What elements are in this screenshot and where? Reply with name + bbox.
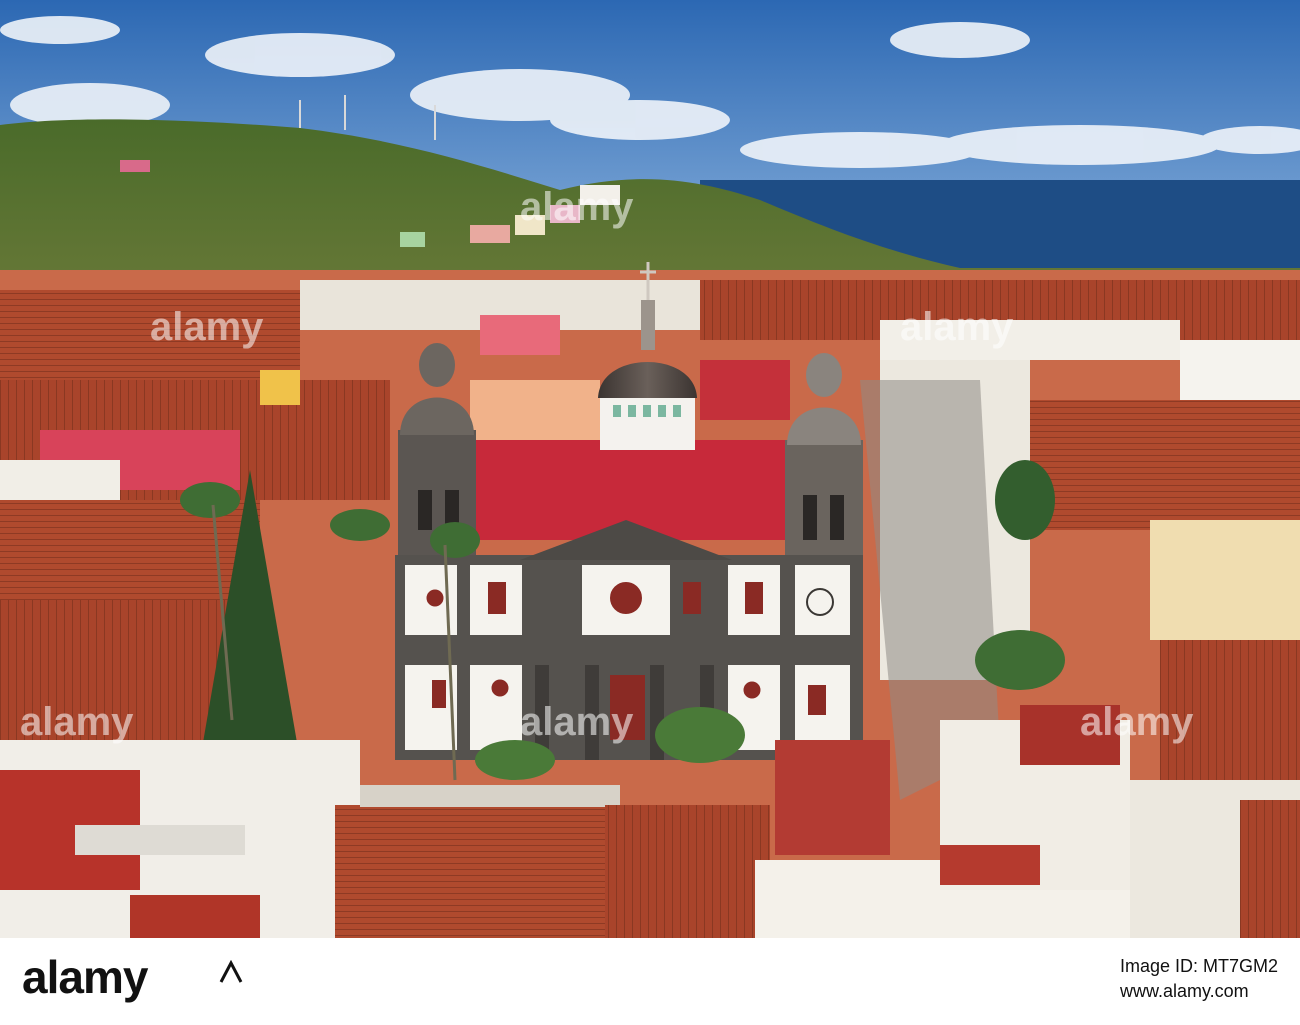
aerial-photo: alamy alamy alamy alamy alamy alamy [0, 0, 1300, 938]
svg-text:alamy: alamy [900, 305, 1014, 349]
svg-text:alamy: alamy [520, 700, 634, 744]
image-id: Image ID: MT7GM2 [1119, 956, 1278, 976]
dome-drum [600, 395, 695, 450]
aerial-photo-illustration: alamy alamy alamy alamy alamy alamy [0, 0, 1300, 938]
site-url[interactable]: www.alamy.com [1120, 978, 1278, 1004]
alamy-mark-icon [219, 960, 243, 983]
lantern [641, 300, 655, 350]
footer-bar: alamy Image ID: MT7GM2 www.alamy.com [0, 938, 1300, 1025]
footer-info: Image ID: MT7GM2 www.alamy.com [1120, 954, 1278, 1004]
svg-text:alamy: alamy [150, 305, 264, 349]
clock-face [806, 588, 834, 616]
svg-text:alamy: alamy [1080, 700, 1194, 744]
alamy-logo[interactable]: alamy [22, 950, 148, 1004]
svg-text:alamy: alamy [20, 700, 134, 744]
svg-text:alamy: alamy [520, 185, 634, 229]
stock-photo-page: alamy alamy alamy alamy alamy alamy alam… [0, 0, 1300, 1025]
rose-window [606, 578, 646, 618]
